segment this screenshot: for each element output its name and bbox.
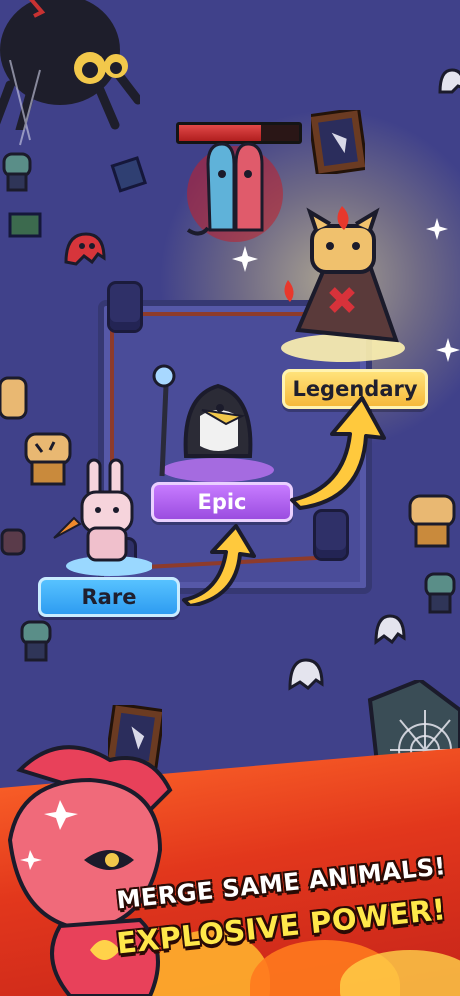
sparkle-icon [436, 338, 460, 362]
ghost-icon [288, 658, 324, 691]
sparkle-icon [426, 218, 448, 240]
web-thread [9, 60, 41, 146]
tiger-icon [408, 494, 456, 548]
sparkle-icon [232, 246, 258, 272]
tier-label-epic: Epic [151, 482, 293, 522]
book-icon [8, 212, 42, 238]
upgrade-arrow-icon [290, 396, 386, 510]
ghost-icon [438, 68, 460, 94]
dragon-mascot-icon [7, 745, 173, 996]
rare-bunny-icon [53, 458, 152, 576]
ghost-icon [374, 614, 406, 646]
portrait-frame-icon [311, 110, 365, 174]
upgrade-arrow-icon [182, 524, 256, 606]
zombie-icon [20, 620, 52, 662]
tier-label-rare: Rare [38, 577, 180, 617]
epic-penguin-mage-icon [152, 364, 274, 482]
book-icon [110, 156, 148, 193]
zombie-icon [424, 572, 456, 614]
tiger-icon [0, 376, 28, 420]
ghost-icon [64, 232, 106, 266]
barrel-icon [0, 528, 26, 556]
game-screen: Legendary Epic Rare MERGE SAME ANIMALS! … [0, 0, 460, 996]
zombie-icon [2, 152, 32, 192]
legendary-tiger-mage-icon [281, 206, 405, 362]
rope-post-icon [316, 512, 346, 558]
rope-post-icon [110, 284, 140, 330]
